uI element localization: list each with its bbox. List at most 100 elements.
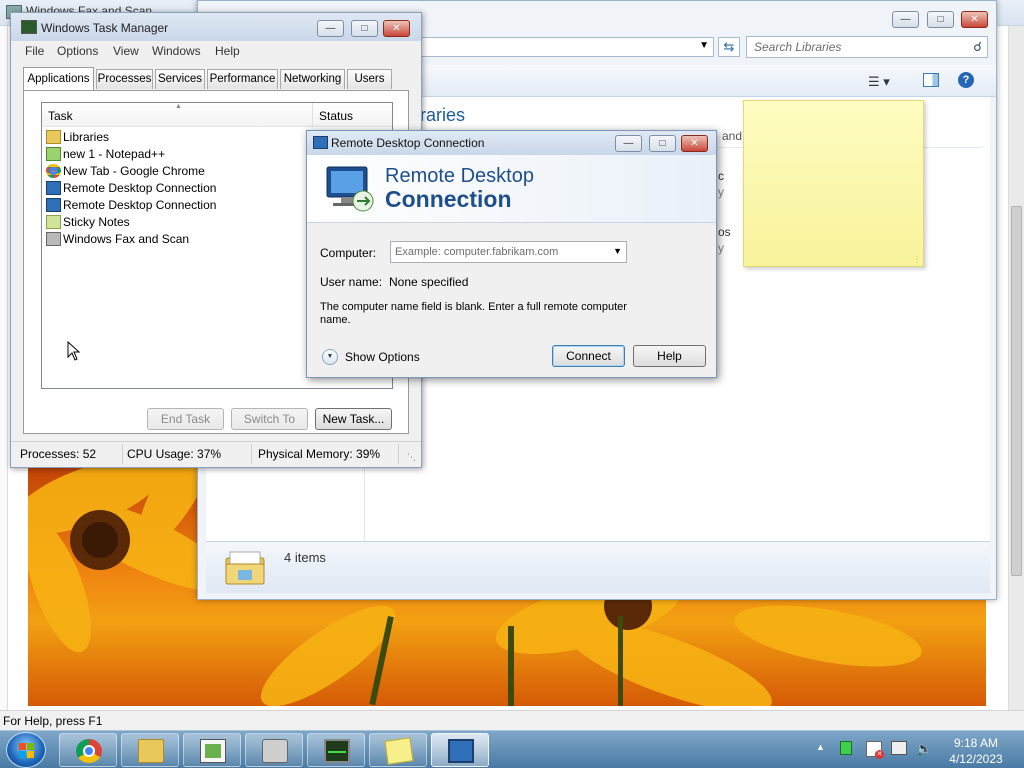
status-divider (251, 444, 252, 464)
rdc-close-button[interactable]: ✕ (681, 135, 708, 152)
explorer-close-button[interactable]: ✕ (961, 11, 988, 28)
processes-count: Processes: 52 (20, 447, 97, 461)
help-icon[interactable]: ? (958, 72, 974, 88)
computer-combobox[interactable]: Example: computer.fabrikam.com ▼ (390, 241, 627, 263)
switch-to-button[interactable]: Switch To (231, 408, 308, 430)
task-manager-minimize-button[interactable]: — (317, 20, 344, 37)
view-options-icon[interactable]: ☰ ▾ (868, 74, 890, 90)
taskbar-task-manager-button[interactable] (307, 733, 365, 767)
menu-options[interactable]: Options (57, 44, 98, 58)
menu-windows[interactable]: Windows (152, 44, 201, 58)
show-options-toggle[interactable]: ▼ Show Options (322, 348, 432, 366)
show-hidden-icons-icon[interactable]: ▲ (816, 742, 825, 752)
system-clock[interactable]: 9:18 AM 4/12/2023 (936, 734, 1016, 766)
rdc-maximize-button[interactable]: □ (649, 135, 676, 152)
menu-file[interactable]: File (25, 44, 44, 58)
sticky-note-resize-grip[interactable]: ⋮ (913, 255, 921, 264)
resize-grip-icon[interactable]: ⋱ (407, 452, 416, 463)
rdc-titlebar[interactable]: Remote Desktop Connection — □ ✕ (307, 131, 716, 155)
task-manager-maximize-button[interactable]: □ (351, 20, 378, 37)
column-header-status[interactable]: Status (319, 109, 353, 123)
task-row-sticky[interactable]: Sticky Notes (46, 214, 130, 231)
task-name: Libraries (63, 130, 110, 144)
taskbar-chrome-button[interactable] (59, 733, 117, 767)
outer-scrollbar[interactable] (1008, 26, 1024, 710)
rdc-banner: Remote Desktop Connection (307, 155, 716, 223)
task-manager-close-button[interactable]: ✕ (383, 20, 410, 37)
notepad-leaf-icon (205, 744, 221, 758)
show-options-label[interactable]: Show Options (345, 350, 420, 364)
status-divider (398, 444, 399, 464)
end-task-button[interactable]: End Task (147, 408, 224, 430)
task-list-header: Task ▲ Status (42, 103, 392, 127)
remote-desktop-icon (313, 136, 328, 149)
task-name: Remote Desktop Connection (63, 181, 217, 195)
refresh-button[interactable]: ⇆ (718, 37, 740, 57)
column-header-task[interactable]: Task (48, 109, 73, 123)
rdc-help-button[interactable]: Help (633, 345, 706, 367)
display-icon[interactable] (891, 741, 907, 755)
tab-services[interactable]: Services (155, 69, 205, 89)
fax-icon (262, 739, 288, 763)
task-row-rdc-1[interactable]: Remote Desktop Connection (46, 180, 216, 197)
rdc-title: Remote Desktop Connection (331, 136, 485, 150)
rdc-minimize-button[interactable]: — (615, 135, 642, 152)
tab-processes[interactable]: Processes (96, 69, 153, 89)
details-pane: 4 items (206, 541, 990, 593)
sticky-note[interactable]: ⋮ (743, 100, 924, 267)
taskbar-remote-desktop-button[interactable] (431, 733, 489, 767)
start-button[interactable] (6, 732, 46, 768)
outer-scroll-thumb[interactable] (1011, 206, 1022, 576)
search-input[interactable]: Search Libraries ☌ (746, 36, 988, 58)
task-row-libraries[interactable]: Libraries (46, 129, 109, 146)
explorer-minimize-button[interactable]: — (892, 11, 919, 28)
expand-circle-icon[interactable]: ▼ (322, 349, 338, 365)
tab-performance[interactable]: Performance (207, 69, 278, 89)
explorer-maximize-button[interactable]: □ (927, 11, 954, 28)
tab-users[interactable]: Users (347, 69, 392, 89)
new-task-button[interactable]: New Task... (315, 408, 392, 430)
action-center-icon[interactable]: ✕ (866, 741, 884, 759)
menu-view[interactable]: View (113, 44, 139, 58)
search-icon[interactable]: ☌ (973, 39, 982, 55)
preview-pane-icon[interactable] (923, 73, 939, 87)
physical-memory: Physical Memory: 39% (258, 447, 381, 461)
remote-desktop-icon (46, 181, 61, 195)
sort-arrow-icon: ▲ (175, 103, 182, 110)
network-icon[interactable] (840, 741, 852, 755)
taskbar-libraries-button[interactable] (121, 733, 179, 767)
chrome-icon (76, 739, 102, 763)
rdc-banner-title-line1: Remote Desktop (385, 165, 534, 187)
menu-help[interactable]: Help (215, 44, 240, 58)
taskbar-sticky-notes-button[interactable] (369, 733, 427, 767)
address-dropdown-icon[interactable]: ▼ (699, 40, 709, 51)
tab-networking[interactable]: Networking (280, 69, 345, 89)
task-row-notepad[interactable]: new 1 - Notepad++ (46, 146, 165, 163)
taskbar-fax-button[interactable] (245, 733, 303, 767)
task-name: Sticky Notes (63, 215, 130, 229)
task-name: new 1 - Notepad++ (63, 147, 166, 161)
library-item-text: os (718, 225, 731, 239)
column-divider[interactable] (312, 103, 313, 127)
connect-button[interactable]: Connect (552, 345, 625, 367)
items-count: 4 items (284, 550, 326, 565)
tab-applications[interactable]: Applications (23, 67, 94, 90)
status-bar: For Help, press F1 (0, 710, 1024, 730)
taskbar-notepad-button[interactable] (183, 733, 241, 767)
task-manager-status-bar: Processes: 52 CPU Usage: 37% Physical Me… (11, 441, 421, 467)
username-label: User name: (320, 275, 383, 289)
task-row-chrome[interactable]: New Tab - Google Chrome (46, 163, 205, 180)
task-manager-icon (21, 20, 37, 34)
volume-icon[interactable]: 🔈 (916, 741, 932, 757)
sticky-notes-icon (384, 737, 414, 765)
task-row-rdc-2[interactable]: Remote Desktop Connection (46, 197, 216, 214)
clock-date: 4/12/2023 (949, 752, 1003, 766)
task-manager-titlebar[interactable]: Windows Task Manager — □ ✕ (11, 13, 421, 41)
address-bar[interactable]: ▼ (420, 37, 714, 57)
libraries-folder-icon (224, 546, 266, 588)
chevron-down-icon[interactable]: ▼ (613, 246, 622, 256)
clock-time: 9:18 AM (953, 736, 999, 750)
sticky-notes-icon (46, 215, 61, 229)
task-row-fax[interactable]: Windows Fax and Scan (46, 231, 189, 248)
task-name: Windows Fax and Scan (63, 232, 190, 246)
